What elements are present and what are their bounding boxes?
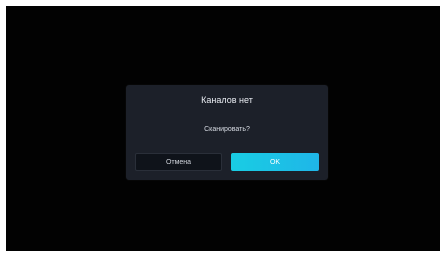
dialog-message: Сканировать?	[204, 126, 250, 133]
cancel-button[interactable]: Отмена	[135, 153, 222, 171]
tv-screen: Каналов нет Сканировать? Отмена OK	[6, 6, 440, 251]
no-channels-dialog: Каналов нет Сканировать? Отмена OK	[126, 85, 328, 180]
ok-button[interactable]: OK	[231, 153, 319, 171]
dialog-title: Каналов нет	[201, 95, 253, 105]
